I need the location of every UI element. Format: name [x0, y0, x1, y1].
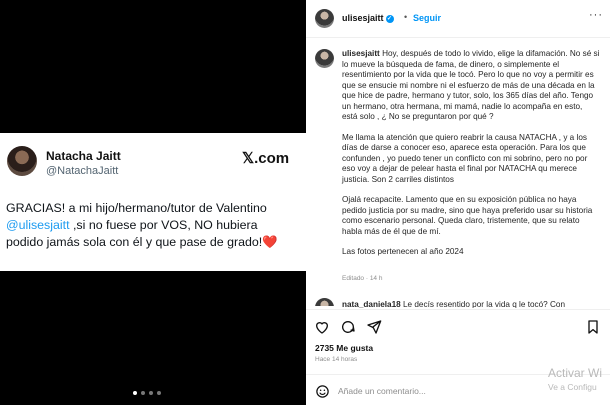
carousel-indicator — [133, 391, 161, 395]
post-side-panel: ulisesjaitt ✓ • Seguir ··· ulisesjaitt Ho… — [306, 0, 610, 405]
caption-paragraph-3: Ojalá recapacite. Lamento que en su expo… — [342, 195, 593, 236]
author-username[interactable]: ulisesjaitt ✓ — [342, 13, 394, 23]
post-header: ulisesjaitt ✓ • Seguir ··· — [306, 0, 610, 38]
caption-avatar[interactable] — [315, 49, 334, 68]
action-bar — [306, 309, 610, 343]
carousel-dot — [133, 391, 137, 395]
heart-icon[interactable] — [314, 319, 330, 335]
edited-timestamp: Editado · 14 h — [342, 275, 383, 282]
comment-item: nata_daniela18 Le decís resentido por la… — [342, 300, 604, 308]
more-options-icon[interactable]: ··· — [589, 9, 603, 21]
tweet-author-name: Natacha Jaitt — [46, 149, 121, 163]
carousel-dot — [157, 391, 161, 395]
commenter-username[interactable]: nata_daniela18 — [342, 300, 401, 308]
commenter-avatar[interactable] — [315, 298, 334, 306]
share-icon[interactable] — [366, 319, 382, 335]
watermark-line2: Ve a Configu — [548, 382, 597, 392]
comment-text: Le decís resentido por la vida q le tocó… — [403, 300, 566, 308]
carousel-dot — [141, 391, 145, 395]
likes-count[interactable]: 2735 Me gusta — [315, 343, 373, 353]
tweet-text: GRACIAS! a mi hijo/hermano/tutor de Vale… — [6, 200, 302, 251]
separator-dot: • — [404, 12, 408, 22]
carousel-dot — [149, 391, 153, 395]
caption-username[interactable]: ulisesjaitt — [342, 49, 380, 58]
tweet-text-line2: ,si no fuese por VOS, NO hubiera — [69, 218, 258, 232]
tweet-text-line3: podido jamás sola con él y que pase de g… — [6, 235, 263, 249]
tweet-author-handle: @NatachaJaitt — [46, 165, 119, 177]
verified-badge-icon: ✓ — [385, 14, 394, 23]
x-logo: 𝕏.com — [242, 150, 290, 167]
caption-paragraph-2: Me llama la atención que quiero reabrir … — [342, 132, 588, 184]
follow-button[interactable]: Seguir — [413, 13, 441, 23]
watermark-line1: Activar Wi — [548, 366, 602, 380]
tweet-avatar — [7, 146, 37, 176]
comment-input[interactable]: Añade un comentario... — [338, 386, 426, 396]
windows-activation-watermark: Activar Wi Ve a Configu — [548, 366, 602, 394]
post-caption: ulisesjaitt Hoy, después de todo lo vivi… — [342, 49, 600, 268]
bookmark-icon[interactable] — [585, 319, 601, 335]
caption-paragraph-1: Hoy, después de todo lo vivido, elige la… — [342, 49, 600, 121]
author-username-text[interactable]: ulisesjaitt — [342, 13, 384, 23]
emoji-icon[interactable] — [315, 384, 330, 399]
tweet-mention: @ulisesjaitt — [6, 218, 70, 232]
tweet-text-line1: GRACIAS! a mi hijo/hermano/tutor de Vale… — [6, 201, 267, 215]
post-media[interactable]: Natacha Jaitt @NatachaJaitt 𝕏.com GRACIA… — [0, 0, 306, 405]
comment-icon[interactable] — [340, 319, 356, 335]
post-time-ago[interactable]: Hace 14 horas — [315, 356, 357, 363]
author-avatar[interactable] — [315, 9, 334, 28]
caption-paragraph-4: Las fotos pertenecen al año 2024 — [342, 247, 464, 256]
heart-emoji: ❤️ — [262, 235, 278, 249]
